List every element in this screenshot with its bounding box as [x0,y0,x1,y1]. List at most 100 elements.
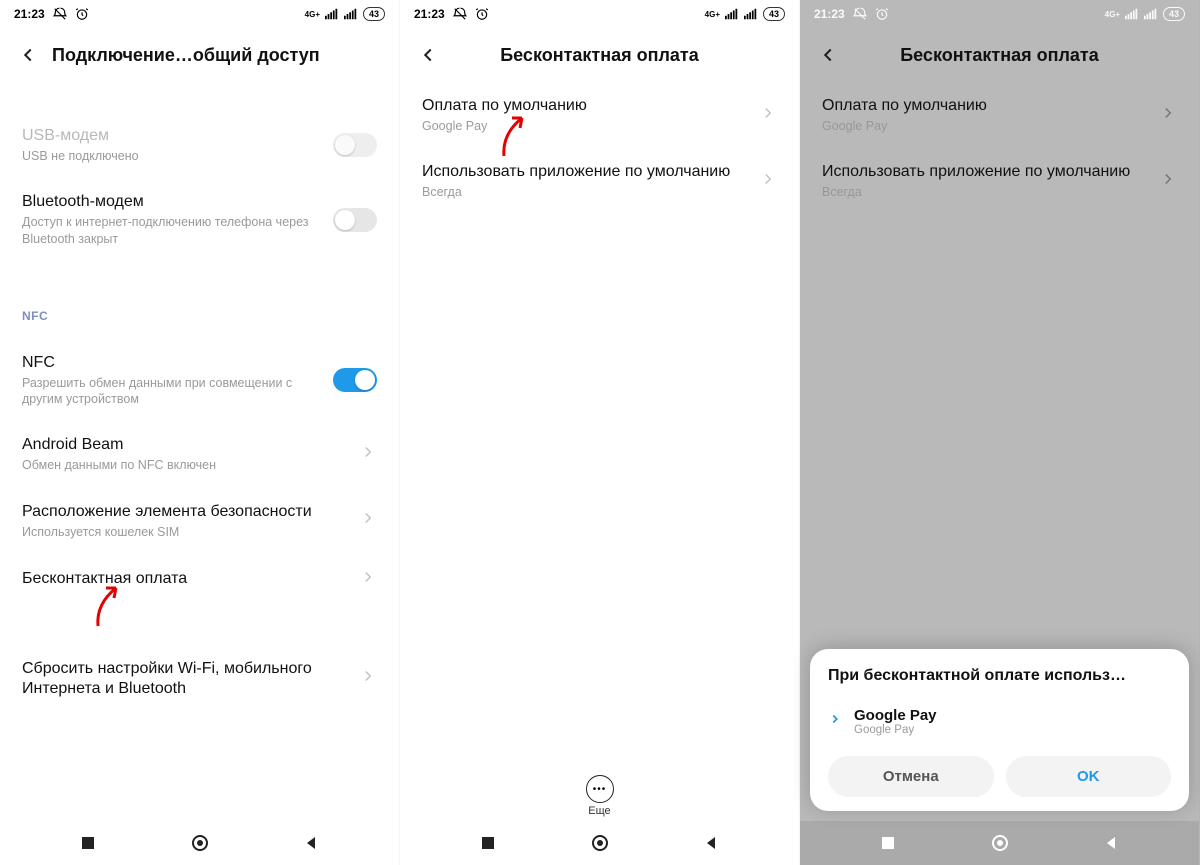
chevron-right-icon [359,509,377,532]
nav-back[interactable] [287,829,335,857]
battery-badge: 43 [763,7,785,21]
nfc-sub: Разрешить обмен данными при совмещении с… [22,375,333,408]
signal-icon-2 [1144,8,1158,20]
network-type: 4G+ [305,10,320,19]
android-beam-row[interactable]: Android Beam Обмен данными по NFC включе… [0,421,399,487]
screen-contactless-pay: 21:23 4G+ 43 Бесконтактная оплата Оплата… [400,0,800,865]
dialog-option-label: Google Pay [854,707,937,724]
use-default-app-label: Использовать приложение по умолчанию [822,162,1159,182]
battery-badge: 43 [363,7,385,21]
android-navbar [0,821,399,865]
nav-recents[interactable] [464,829,512,857]
reset-network-row[interactable]: Сбросить настройки Wi-Fi, мобильного Инт… [0,645,399,713]
payment-app-dialog: При бесконтактной оплате использ… Google… [810,649,1189,811]
usb-tether-toggle [333,133,377,157]
back-button[interactable] [12,39,44,71]
page-title: Бесконтактная оплата [844,45,1187,66]
nav-back[interactable] [687,829,735,857]
page-title: Подключение…общий доступ [44,45,387,66]
more-menu[interactable]: ••• Еще [400,775,799,821]
status-bar: 21:23 4G+ 43 [800,0,1199,28]
android-navbar [800,821,1199,865]
bt-tether-sub: Доступ к интернет-подключению телефона ч… [22,214,333,247]
chevron-right-icon [359,667,377,690]
nfc-label: NFC [22,353,333,373]
back-button[interactable] [412,39,444,71]
default-payment-label: Оплата по умолчанию [422,96,759,116]
content: Оплата по умолчанию Google Pay Использов… [400,82,799,775]
secure-element-label: Расположение элемента безопасности [22,502,359,522]
network-type: 4G+ [1105,10,1120,19]
bt-tether-toggle[interactable] [333,208,377,232]
nav-back[interactable] [1087,829,1135,857]
contactless-pay-row[interactable]: Бесконтактная оплата [0,554,399,605]
secure-element-sub: Используется кошелек SIM [22,524,359,540]
header: Бесконтактная оплата [400,28,799,82]
nav-home[interactable] [176,829,224,857]
signal-icon [1125,8,1139,20]
dialog-title: При бесконтактной оплате использ… [828,667,1171,685]
use-default-app-row[interactable]: Использовать приложение по умолчанию Все… [400,148,799,214]
dnd-icon [53,7,67,21]
use-default-app-row[interactable]: Использовать приложение по умолчанию Все… [800,148,1199,214]
network-type: 4G+ [705,10,720,19]
battery-badge: 43 [1163,7,1185,21]
use-default-app-sub: Всегда [822,184,1159,200]
nfc-toggle[interactable] [333,368,377,392]
usb-tether-row: USB-модем USB не подключено [0,112,399,178]
cancel-button[interactable]: Отмена [828,756,994,797]
dnd-icon [453,7,467,21]
header: Бесконтактная оплата [800,28,1199,82]
nav-home[interactable] [976,829,1024,857]
usb-tether-sub: USB не подключено [22,148,333,164]
secure-element-row[interactable]: Расположение элемента безопасности Испол… [0,488,399,554]
section-nfc: NFC [0,301,399,339]
chevron-right-icon [359,568,377,591]
status-bar: 21:23 4G+ 43 [400,0,799,28]
alarm-icon [475,7,489,21]
default-payment-label: Оплата по умолчанию [822,96,1159,116]
default-payment-row[interactable]: Оплата по умолчанию Google Pay [800,82,1199,148]
screen-connection-sharing: 21:23 4G+ 43 Подключение…общий доступ US… [0,0,400,865]
content: USB-модем USB не подключено Bluetooth-мо… [0,82,399,821]
use-default-app-sub: Всегда [422,184,759,200]
bt-tether-row[interactable]: Bluetooth-модем Доступ к интернет-подклю… [0,178,399,261]
reset-network-label: Сбросить настройки Wi-Fi, мобильного Инт… [22,659,359,699]
dialog-option-google-pay[interactable]: Google Pay Google Pay [828,703,1171,750]
android-beam-label: Android Beam [22,435,359,455]
selected-chevron-icon [828,712,846,731]
bt-tether-label: Bluetooth-модем [22,192,333,212]
status-time: 21:23 [414,7,445,21]
nfc-row[interactable]: NFC Разрешить обмен данными при совмещен… [0,339,399,422]
status-time: 21:23 [814,7,845,21]
usb-tether-label: USB-модем [22,126,333,146]
dialog-option-sub: Google Pay [854,724,937,736]
signal-icon-2 [744,8,758,20]
alarm-icon [75,7,89,21]
default-payment-sub: Google Pay [822,118,1159,134]
signal-icon-2 [344,8,358,20]
status-bar: 21:23 4G+ 43 [0,0,399,28]
back-button[interactable] [812,39,844,71]
dnd-icon [853,7,867,21]
chevron-right-icon [1159,170,1177,193]
page-title: Бесконтактная оплата [444,45,787,66]
more-label: Еще [400,805,799,817]
chevron-right-icon [359,443,377,466]
default-payment-sub: Google Pay [422,118,759,134]
chevron-right-icon [1159,104,1177,127]
android-navbar [400,821,799,865]
alarm-icon [875,7,889,21]
default-payment-row[interactable]: Оплата по умолчанию Google Pay [400,82,799,148]
signal-icon [725,8,739,20]
use-default-app-label: Использовать приложение по умолчанию [422,162,759,182]
nav-recents[interactable] [64,829,112,857]
ok-button[interactable]: OK [1006,756,1172,797]
chevron-right-icon [759,170,777,193]
android-beam-sub: Обмен данными по NFC включен [22,457,359,473]
contactless-pay-label: Бесконтактная оплата [22,569,359,589]
nav-home[interactable] [576,829,624,857]
nav-recents[interactable] [864,829,912,857]
signal-icon [325,8,339,20]
screen-contactless-pay-dialog: 21:23 4G+ 43 Бесконтактная оплата Оплата… [800,0,1200,865]
